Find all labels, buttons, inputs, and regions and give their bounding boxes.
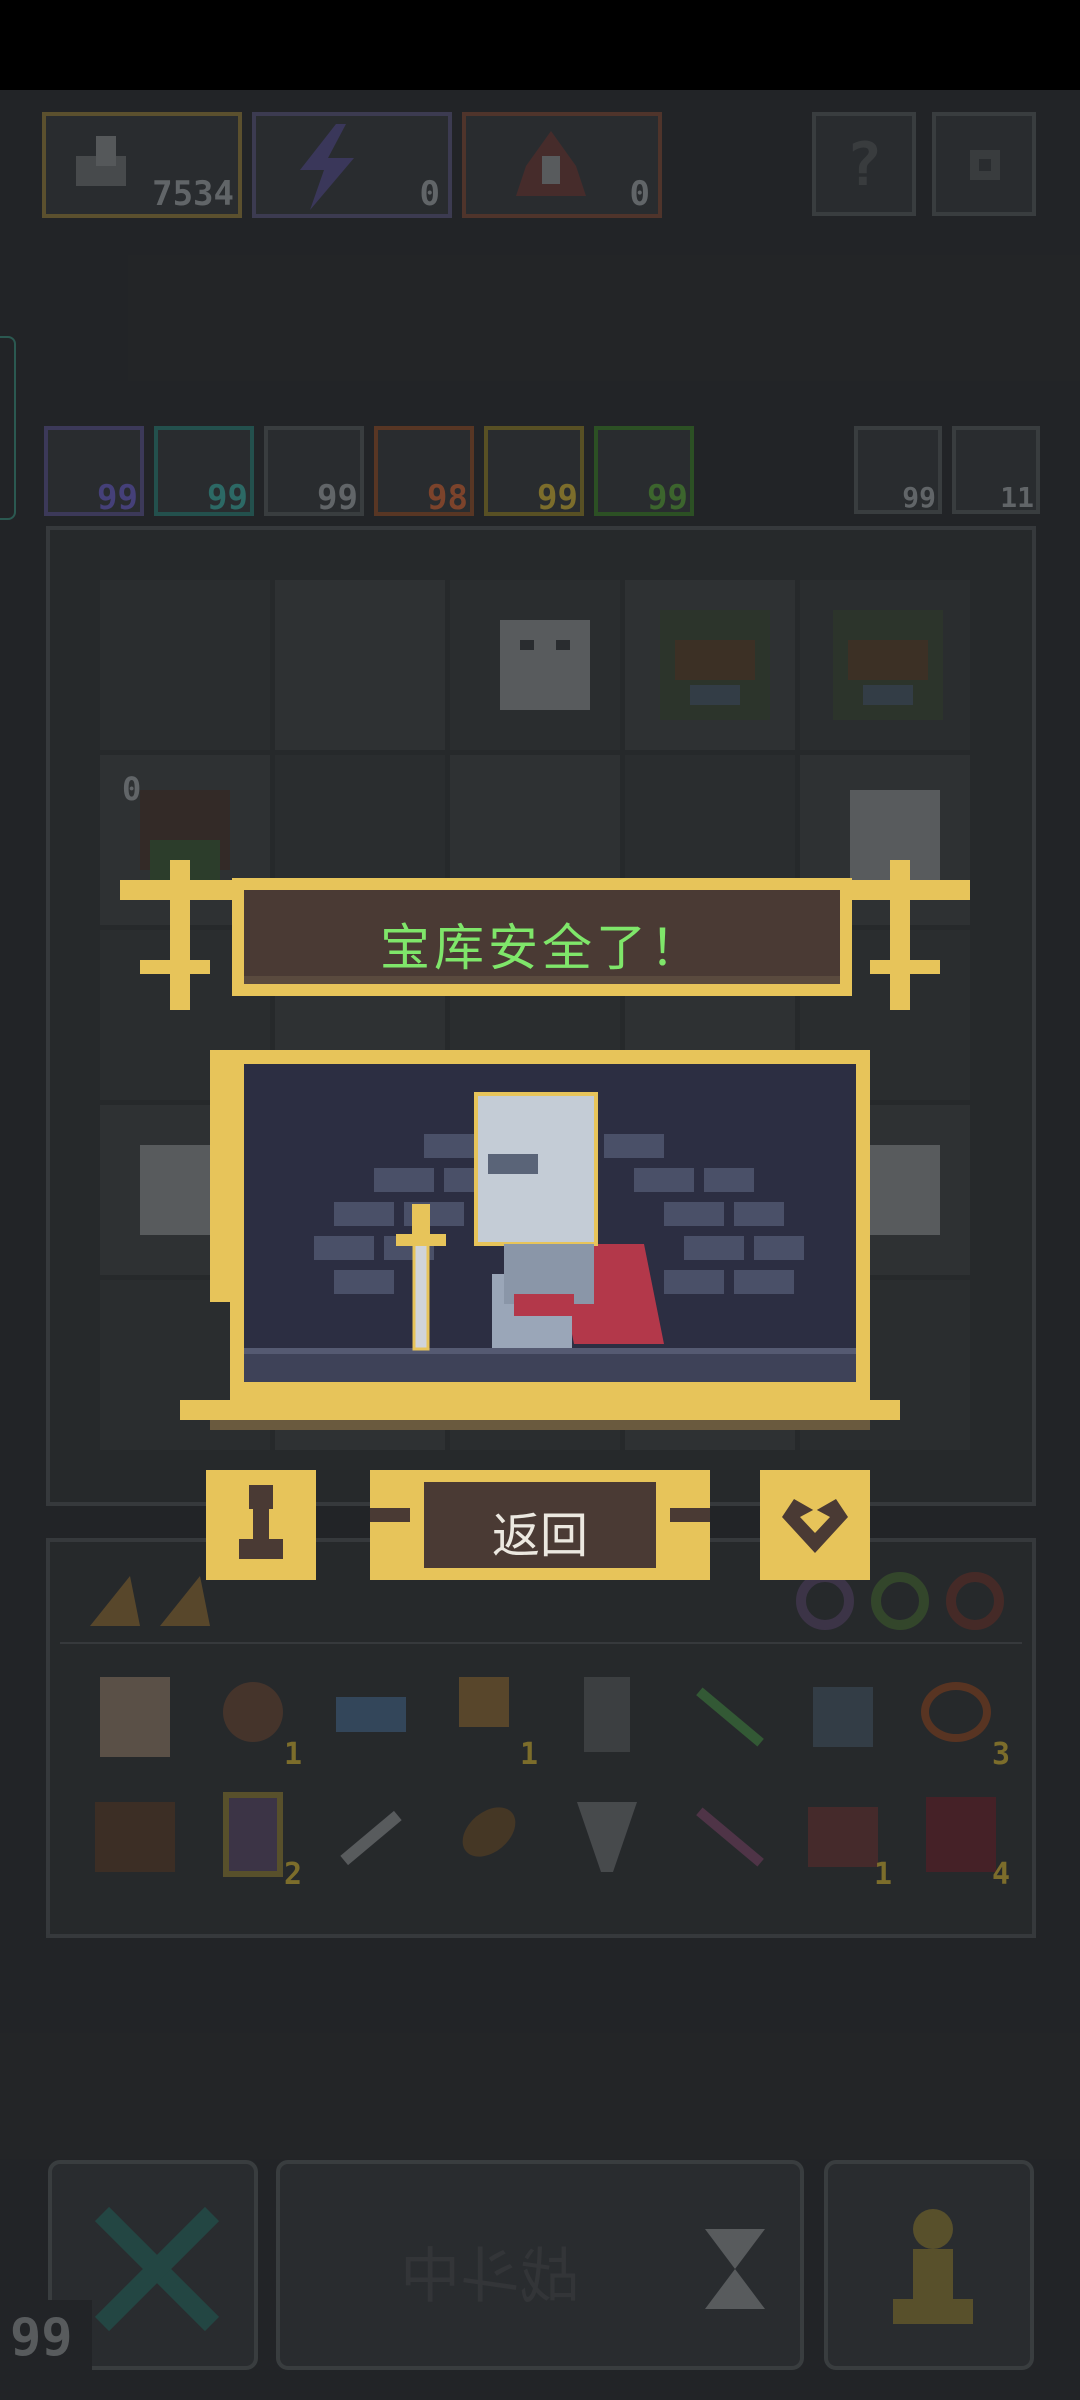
frame-base xyxy=(180,1400,900,1420)
dialog-title: 宝库安全了！ xyxy=(380,919,704,977)
return-button-inner: 返回 xyxy=(424,1482,656,1568)
chess-pawn-icon xyxy=(239,1485,283,1559)
banner-post xyxy=(890,860,910,1010)
knight-scene xyxy=(244,1064,856,1382)
banner-foot xyxy=(870,960,940,974)
title-banner: 宝库安全了！ xyxy=(232,878,852,996)
knight-illustration xyxy=(244,1092,856,1382)
heart-gem-button[interactable] xyxy=(760,1470,870,1580)
left-pawn-button[interactable] xyxy=(206,1470,316,1580)
return-button-notch xyxy=(370,1508,410,1522)
frame-shadow xyxy=(210,1420,870,1430)
status-bar xyxy=(0,0,1080,90)
return-button[interactable]: 返回 xyxy=(370,1470,710,1580)
banner-foot xyxy=(140,960,210,974)
banner-post xyxy=(170,860,190,1010)
title-inner: 宝库安全了！ xyxy=(244,890,840,984)
scene-frame xyxy=(230,1050,870,1410)
vault-safe-dialog: 宝库安全了！ 返回 xyxy=(110,860,970,1600)
heart-gem-icon xyxy=(782,1499,848,1553)
return-label: 返回 xyxy=(491,1508,588,1564)
return-button-notch xyxy=(670,1508,710,1522)
